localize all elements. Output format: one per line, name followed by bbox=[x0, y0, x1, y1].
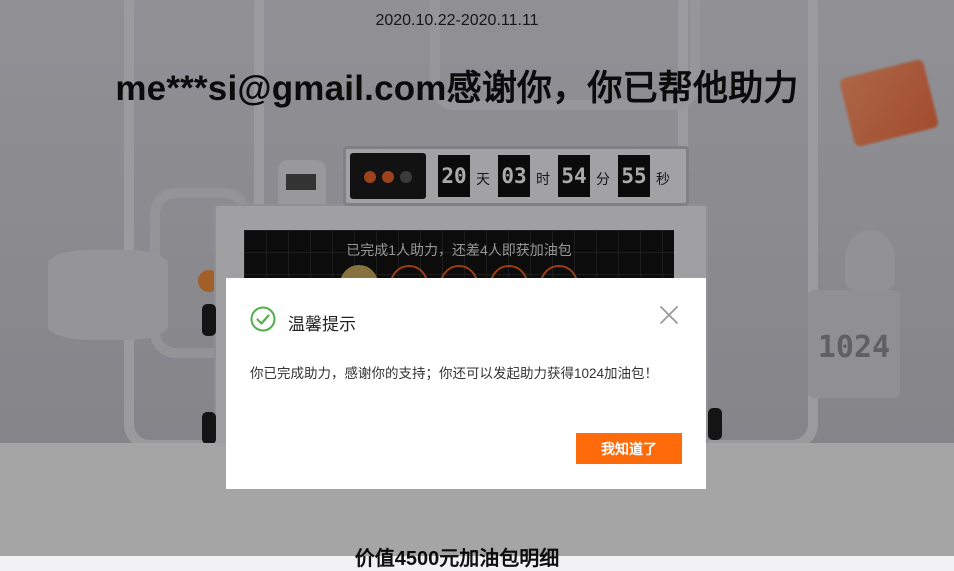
close-icon[interactable] bbox=[658, 304, 680, 326]
dialog-message: 你已完成助力，感谢你的支持；你还可以发起助力获得1024加油包！ bbox=[250, 366, 659, 381]
dialog-title: 温馨提示 bbox=[288, 315, 356, 334]
confirm-button[interactable]: 我知道了 bbox=[576, 433, 682, 464]
check-circle-icon bbox=[250, 306, 276, 332]
notice-dialog: 温馨提示 你已完成助力，感谢你的支持；你还可以发起助力获得1024加油包！ 我知… bbox=[226, 278, 706, 489]
